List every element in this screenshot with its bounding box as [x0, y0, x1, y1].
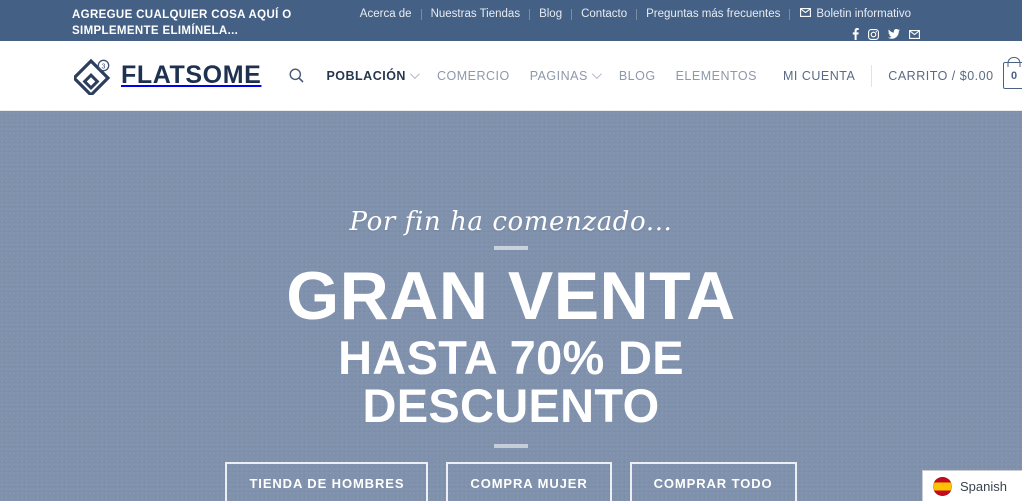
main-navigation: POBLACIÓN COMERCIO PAGINAS BLOG ELEMENTO…	[289, 68, 767, 83]
nav-label: COMERCIO	[436, 68, 510, 83]
nav-label: BLOG	[618, 68, 656, 83]
topbar-promo-text: AGREGUE CUALQUIER COSA AQUÍ O SIMPLEMENT…	[72, 9, 292, 37]
nav-item-elementos[interactable]: ELEMENTOS	[666, 69, 767, 83]
logo-text: FLATSOME	[121, 61, 262, 89]
topbar-link-contacto[interactable]: Contacto	[572, 8, 636, 21]
hero-subheadline-line2: DESCUENTO	[362, 379, 660, 432]
hero-subheadline-line1: HASTA 70% DE	[338, 331, 684, 384]
hero-script-text: Por fin ha comenzado...	[349, 207, 673, 237]
cart-label: CARRITO / $0.00	[888, 68, 994, 83]
instagram-icon[interactable]	[868, 28, 879, 40]
hero-divider-bottom	[494, 444, 528, 448]
cta-compra-mujer[interactable]: COMPRA MUJER	[446, 462, 612, 501]
top-bar: AGREGUE CUALQUIER COSA AQUÍ O SIMPLEMENT…	[0, 0, 1022, 41]
nav-item-paginas[interactable]: PAGINAS	[520, 69, 609, 83]
cart-count: 0	[1010, 70, 1018, 82]
facebook-icon[interactable]	[852, 28, 859, 40]
language-selector[interactable]: Spanish	[922, 470, 1022, 501]
topbar-link-acerca-de[interactable]: Acerca de	[351, 8, 421, 21]
logo-link[interactable]: 3 FLATSOME	[71, 57, 262, 97]
topbar-right-group: Acerca de Nuestras Tiendas Blog Contacto…	[351, 4, 1000, 43]
cta-comprar-todo[interactable]: COMPRAR TODO	[629, 462, 797, 501]
newsletter-label: Boletin informativo	[816, 7, 911, 20]
topbar-links: Acerca de Nuestras Tiendas Blog Contacto…	[351, 6, 1000, 22]
topbar-link-newsletter[interactable]: Boletin informativo	[790, 8, 920, 21]
site-header: 3 FLATSOME POBLACIÓN COMERCIO PAGINAS BL…	[0, 41, 1022, 111]
shopping-bag-icon: 0	[1002, 62, 1022, 89]
my-account-link[interactable]: MI CUENTA	[767, 69, 871, 83]
topbar-link-preguntas-mas-frecuentes[interactable]: Preguntas más frecuentes	[637, 8, 789, 21]
hero-content: Por fin ha comenzado... GRAN VENTA HASTA…	[0, 111, 1022, 501]
cart-link[interactable]: CARRITO / $0.00 0	[872, 62, 1022, 89]
hero-divider-top	[494, 246, 528, 250]
envelope-icon	[800, 7, 812, 21]
hero-subheadline: HASTA 70% DE DESCUENTO	[338, 334, 684, 430]
nav-label: POBLACIÓN	[326, 68, 406, 83]
hero-cta-row: TIENDA DE HOMBRES COMPRA MUJER COMPRAR T…	[225, 462, 797, 501]
nav-label: ELEMENTOS	[675, 68, 757, 83]
chevron-down-icon	[591, 69, 602, 80]
hero-banner: Por fin ha comenzado... GRAN VENTA HASTA…	[0, 111, 1022, 501]
nav-item-comercio[interactable]: COMERCIO	[427, 69, 520, 83]
header-right-group: MI CUENTA CARRITO / $0.00 0	[767, 62, 1022, 89]
language-label: Spanish	[960, 478, 1007, 494]
cta-tienda-de-hombres[interactable]: TIENDA DE HOMBRES	[225, 462, 429, 501]
search-icon[interactable]	[289, 68, 316, 83]
nav-item-blog[interactable]: BLOG	[609, 69, 666, 83]
chevron-down-icon	[409, 69, 420, 80]
spain-flag-icon	[933, 476, 952, 496]
nav-label: PAGINAS	[529, 68, 588, 83]
svg-text:3: 3	[102, 63, 106, 70]
twitter-icon[interactable]	[888, 29, 900, 39]
flatsome-diamond-icon: 3	[71, 57, 112, 97]
email-icon[interactable]	[909, 29, 920, 39]
topbar-link-nuestras-tiendas[interactable]: Nuestras Tiendas	[422, 8, 530, 21]
topbar-link-blog[interactable]: Blog	[530, 8, 571, 21]
nav-item-poblacion[interactable]: POBLACIÓN	[316, 69, 427, 83]
hero-headline: GRAN VENTA	[286, 258, 736, 334]
